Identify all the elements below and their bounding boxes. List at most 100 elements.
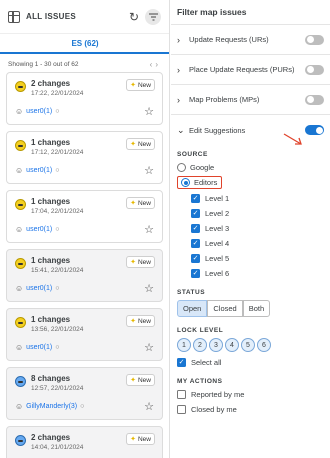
waze-icon [15,317,26,328]
new-badge: ✦ New [126,256,155,268]
level-row[interactable]: ✓ Level 3 [171,221,330,236]
level-row[interactable]: ✓ Level 1 [171,191,330,206]
closed-by-me-row[interactable]: Closed by me [171,402,330,417]
sparkle-icon: ✦ [130,259,136,266]
comment-icon: ○ [55,344,60,351]
issue-title: 1 changes [31,256,71,265]
chevron-right-icon[interactable]: › [177,65,189,75]
level-checkbox[interactable]: ✓ [191,209,200,218]
layer-edit-suggestions[interactable]: ⌄ Edit Suggestions [171,115,330,145]
star-icon[interactable]: ☆ [144,341,154,354]
layer-mps[interactable]: › Map Problems (MPs) [171,85,330,115]
status-chips: Open Closed Both [171,300,330,317]
new-badge: ✦ New [126,79,155,91]
user-link[interactable]: user0(1) [26,285,52,292]
source-title: SOURCE [177,151,208,158]
user-icon: ☺ [15,107,24,116]
layer-toggle-edit-suggestions[interactable] [305,125,324,135]
level-checkbox[interactable]: ✓ [191,239,200,248]
star-icon[interactable]: ☆ [144,105,154,118]
issue-title: 1 changes [31,197,71,206]
comment-icon: ○ [55,285,60,292]
issue-title: 1 changes [31,138,71,147]
closed-by-me-checkbox[interactable] [177,405,186,414]
star-icon[interactable]: ☆ [144,223,154,236]
issue-card[interactable]: 1 changes 17:04, 22/01/2024 ✦ New ☺ user0(1) ○… [6,190,163,243]
status-closed-chip[interactable]: Closed [207,300,243,317]
lock-level-chip[interactable]: 6 [257,338,271,352]
issue-card[interactable]: 8 changes 12:57, 22/01/2024 ✦ New ☺ GillyMand… [6,367,163,420]
select-all-checkbox[interactable]: ✓ [177,358,186,367]
chevron-right-icon[interactable]: › [177,95,189,105]
user-icon: ☺ [15,166,24,175]
tab-es-label: ES (62) [71,38,99,48]
source-editors[interactable]: Editors [171,176,330,189]
filter-button[interactable] [145,8,161,25]
level-row[interactable]: ✓ Level 5 [171,251,330,266]
radio-editors[interactable] [181,178,190,187]
star-icon[interactable]: ☆ [144,400,154,413]
sparkle-icon: ✦ [130,82,136,89]
chevron-right-icon[interactable]: › [177,35,189,45]
user-link[interactable]: user0(1) [26,167,52,174]
chevron-down-icon[interactable]: ⌄ [177,125,189,136]
reported-by-me-checkbox[interactable] [177,390,186,399]
level-label: Level 5 [205,254,230,263]
level-row[interactable]: ✓ Level 6 [171,266,330,281]
layer-toggle-purs[interactable] [305,64,324,75]
lock-level-chip[interactable]: 5 [241,338,255,352]
issue-card[interactable]: 1 changes 15:41, 22/01/2024 ✦ New ☺ user0(1) ○… [6,249,163,302]
issue-card[interactable]: 1 changes 13:56, 22/01/2024 ✦ New ☺ user0(1) ○… [6,308,163,361]
issue-user: ☺ GillyManderly(3) ○ [15,402,84,411]
new-badge: ✦ New [126,138,155,150]
my-actions-title: MY ACTIONS [177,378,223,385]
lock-level-chip[interactable]: 1 [177,338,191,352]
lock-level-chip[interactable]: 4 [225,338,239,352]
layer-toggle-mps[interactable] [305,94,324,105]
new-badge-label: New [137,435,151,443]
waze-icon [15,140,26,151]
filter-icon [148,13,158,20]
level-row[interactable]: ✓ Level 4 [171,236,330,251]
next-page-icon[interactable]: › [155,60,161,69]
layer-label: Update Requests (URs) [189,35,269,44]
lock-level-chips: 123456 [171,338,330,352]
issue-card[interactable]: 2 changes 17:22, 22/01/2024 ✦ New ☺ user0(1) ○… [6,72,163,125]
source-google[interactable]: Google [171,161,330,174]
waze-icon [15,199,26,210]
level-row[interactable]: ✓ Level 2 [171,206,330,221]
layer-toggle-urs[interactable] [305,34,324,45]
source-google-label: Google [190,163,215,172]
issue-card[interactable]: 2 changes14:04, 21/01/2024✦New☆ [6,426,163,458]
new-badge: ✦ New [126,315,155,327]
lock-level-chip[interactable]: 3 [209,338,223,352]
status-both-chip[interactable]: Both [242,300,271,317]
user-link[interactable]: user0(1) [26,226,52,233]
level-checkbox[interactable]: ✓ [191,254,200,263]
layer-urs[interactable]: › Update Requests (URs) [171,25,330,55]
tab-es[interactable]: ES (62) [0,34,169,54]
status-open-chip[interactable]: Open [177,300,208,317]
level-list: ✓ Level 1 ✓ Level 2 ✓ Level 3 ✓ Level 4 ✓ Level 5… [171,191,330,281]
issue-card[interactable]: 1 changes 17:12, 22/01/2024 ✦ New ☺ user0(1) ○… [6,131,163,184]
lock-level-chip[interactable]: 2 [193,338,207,352]
layer-purs[interactable]: › Place Update Requests (PURs) [171,55,330,85]
reported-by-me-row[interactable]: Reported by me [171,387,330,402]
range-text: Showing 1 - 30 out of 62 [8,60,79,68]
waze-icon [15,435,26,446]
star-icon[interactable]: ☆ [144,164,154,177]
level-checkbox[interactable]: ✓ [191,269,200,278]
user-link[interactable]: user0(1) [26,108,52,115]
radio-google[interactable] [177,163,186,172]
level-checkbox[interactable]: ✓ [191,224,200,233]
refresh-icon[interactable]: ↻ [129,10,139,24]
sparkle-icon: ✦ [130,318,136,325]
user-link[interactable]: GillyManderly(3) [26,403,77,410]
level-checkbox[interactable]: ✓ [191,194,200,203]
star-icon[interactable]: ☆ [144,282,154,295]
pagination-arrows[interactable]: ‹› [150,60,161,69]
issue-time: 15:41, 22/01/2024 [31,267,84,274]
select-all-row[interactable]: ✓ Select all [171,355,330,370]
new-badge: ✦ New [126,433,155,445]
user-link[interactable]: user0(1) [26,344,52,351]
